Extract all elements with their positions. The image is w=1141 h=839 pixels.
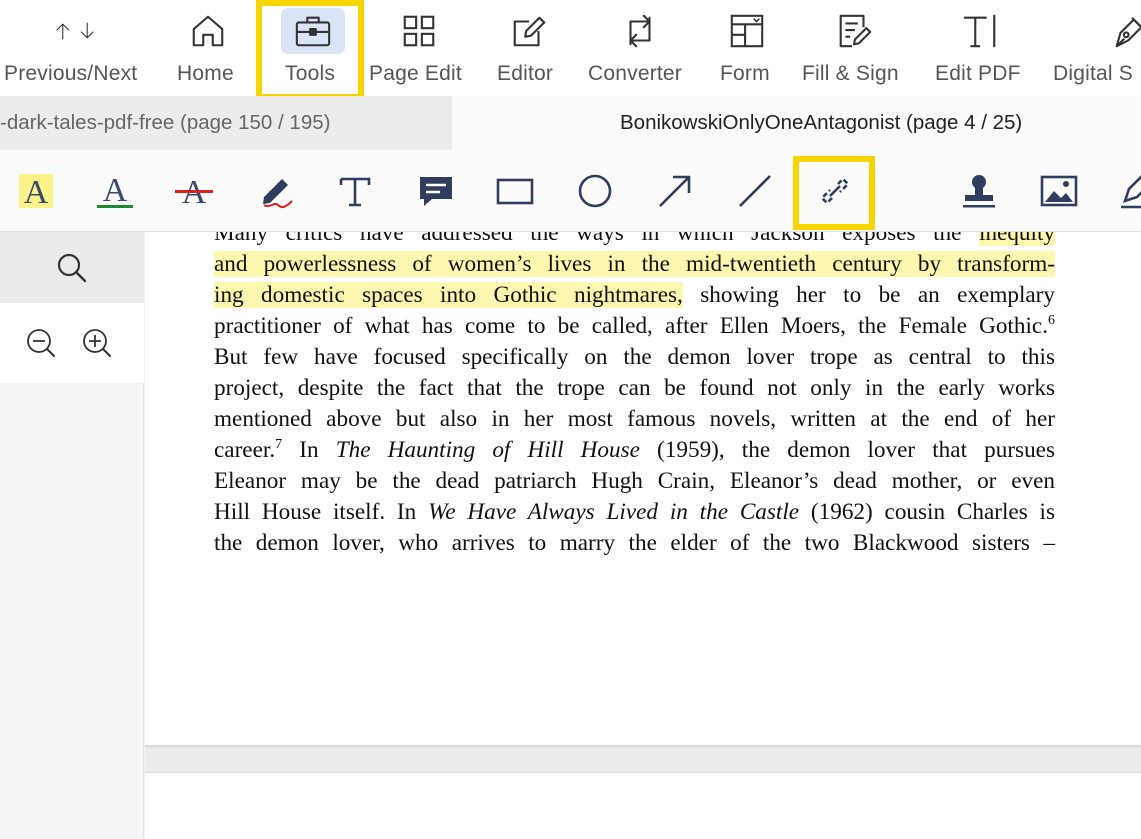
tab-label: -dark-tales-pdf-free (page 150 / 195) <box>0 111 331 134</box>
svg-text:A: A <box>103 172 128 209</box>
document-pen-icon <box>832 9 876 53</box>
zoom-controls <box>0 303 144 383</box>
underline-text-tool[interactable]: A <box>91 168 139 214</box>
document-text: Many critics have addressed the ways in … <box>214 232 1055 559</box>
grid-icon <box>397 9 441 53</box>
text-box-tool[interactable] <box>331 168 379 214</box>
editor-button[interactable]: Editor <box>496 0 562 96</box>
line-icon <box>739 175 771 207</box>
text-line: Hill House itself. In We Have Always Liv… <box>214 499 1056 525</box>
image-tool[interactable] <box>1035 168 1083 214</box>
tab-bonikowski[interactable]: BonikowskiOnlyOneAntagonist (page 4 / 25… <box>452 96 1141 150</box>
left-sidebar <box>0 232 144 839</box>
link-tool[interactable] <box>811 168 859 214</box>
text-line: ing domestic spaces into Gothic nightmar… <box>214 282 1055 308</box>
highlighted-text[interactable]: ing domestic spaces into Gothic nightmar… <box>214 282 683 308</box>
highlighted-text[interactable]: inequity <box>979 232 1055 246</box>
signature-tool[interactable] <box>1113 168 1141 214</box>
strikethrough-text-tool[interactable]: A <box>170 168 218 214</box>
home-button[interactable]: Home <box>172 0 244 96</box>
briefcase-icon <box>281 8 345 54</box>
arrow-icon <box>659 175 691 207</box>
page-gap <box>145 750 1141 772</box>
line-tool[interactable] <box>731 168 779 214</box>
text-line: career.7 In The Haunting of Hill House (… <box>214 437 1055 463</box>
fountain-pen-icon <box>1108 9 1141 53</box>
link-icon <box>820 177 850 205</box>
document-page[interactable]: Many critics have addressed the ways in … <box>145 232 1141 745</box>
text-cursor-icon <box>958 9 1002 53</box>
comment-icon <box>420 177 452 206</box>
main-toolbar: Previous/Next Home Tools Page Edit Edito… <box>0 0 1141 96</box>
edit-pdf-button[interactable]: Edit PDF <box>933 0 1027 96</box>
zoom-in-icon[interactable] <box>81 327 113 359</box>
digital-signature-button[interactable]: Digital S <box>1053 0 1141 96</box>
tab-label: BonikowskiOnlyOneAntagonist (page 4 / 25… <box>620 111 1023 134</box>
edit-square-icon <box>507 9 551 53</box>
text-line: But few have focused specifically on the… <box>214 344 1055 370</box>
footnote-marker: 6 <box>1048 313 1055 328</box>
rectangle-tool[interactable] <box>491 168 539 214</box>
previous-next-button[interactable]: Previous/Next <box>0 0 152 96</box>
search-icon <box>57 253 87 282</box>
next-page[interactable] <box>145 772 1141 839</box>
converter-button[interactable]: Converter <box>588 0 692 96</box>
form-button[interactable]: Form <box>718 0 776 96</box>
home-icon <box>186 9 230 53</box>
tab-dark-tales[interactable]: -dark-tales-pdf-free (page 150 / 195) <box>0 96 452 150</box>
text-line: Eleanor may be the dead patriarch Hugh C… <box>214 468 1055 494</box>
search-button[interactable] <box>0 232 144 303</box>
arrow-tool[interactable] <box>651 168 699 214</box>
rectangle-icon <box>496 178 534 205</box>
zoom-out-icon[interactable] <box>25 327 57 359</box>
text-line: mentioned above but also in her most fam… <box>214 406 1055 432</box>
signature-icon <box>1121 175 1141 209</box>
text-line: project, despite the fact that the trope… <box>214 375 1055 401</box>
annotation-toolbar: A A A <box>0 150 1141 232</box>
highlighted-text[interactable]: and powerlessness of women’s lives in th… <box>214 251 1055 277</box>
fill-sign-button[interactable]: Fill & Sign <box>800 0 908 96</box>
ellipse-tool[interactable] <box>571 168 619 214</box>
svg-text:A: A <box>24 174 49 211</box>
page-edit-button[interactable]: Page Edit <box>368 0 470 96</box>
comment-tool[interactable] <box>412 168 460 214</box>
arrow-up-down-icon <box>52 9 96 53</box>
stamp-tool[interactable] <box>955 168 1003 214</box>
underline-icon: A <box>97 172 133 209</box>
text-line: Many critics have addressed the ways in … <box>214 232 1055 249</box>
image-icon <box>1040 175 1078 207</box>
tools-button[interactable]: Tools <box>264 0 362 96</box>
circle-icon <box>578 174 612 208</box>
pencil-icon <box>263 179 293 209</box>
highlight-text-tool[interactable]: A <box>12 168 60 214</box>
strikethrough-icon: A <box>175 174 213 211</box>
pencil-tool[interactable] <box>252 168 300 214</box>
form-icon <box>725 9 769 53</box>
highlight-icon: A <box>19 174 53 211</box>
text-icon <box>339 177 371 207</box>
convert-icon <box>618 9 662 53</box>
text-line: and powerlessness of women’s lives in th… <box>214 249 1055 280</box>
stamp-icon <box>963 175 995 208</box>
document-tab-bar: -dark-tales-pdf-free (page 150 / 195) Bo… <box>0 96 1141 150</box>
text-line: practitioner of what has come to be call… <box>214 313 1055 339</box>
text-line: the demon lover, who arrives to marry th… <box>214 530 1055 556</box>
